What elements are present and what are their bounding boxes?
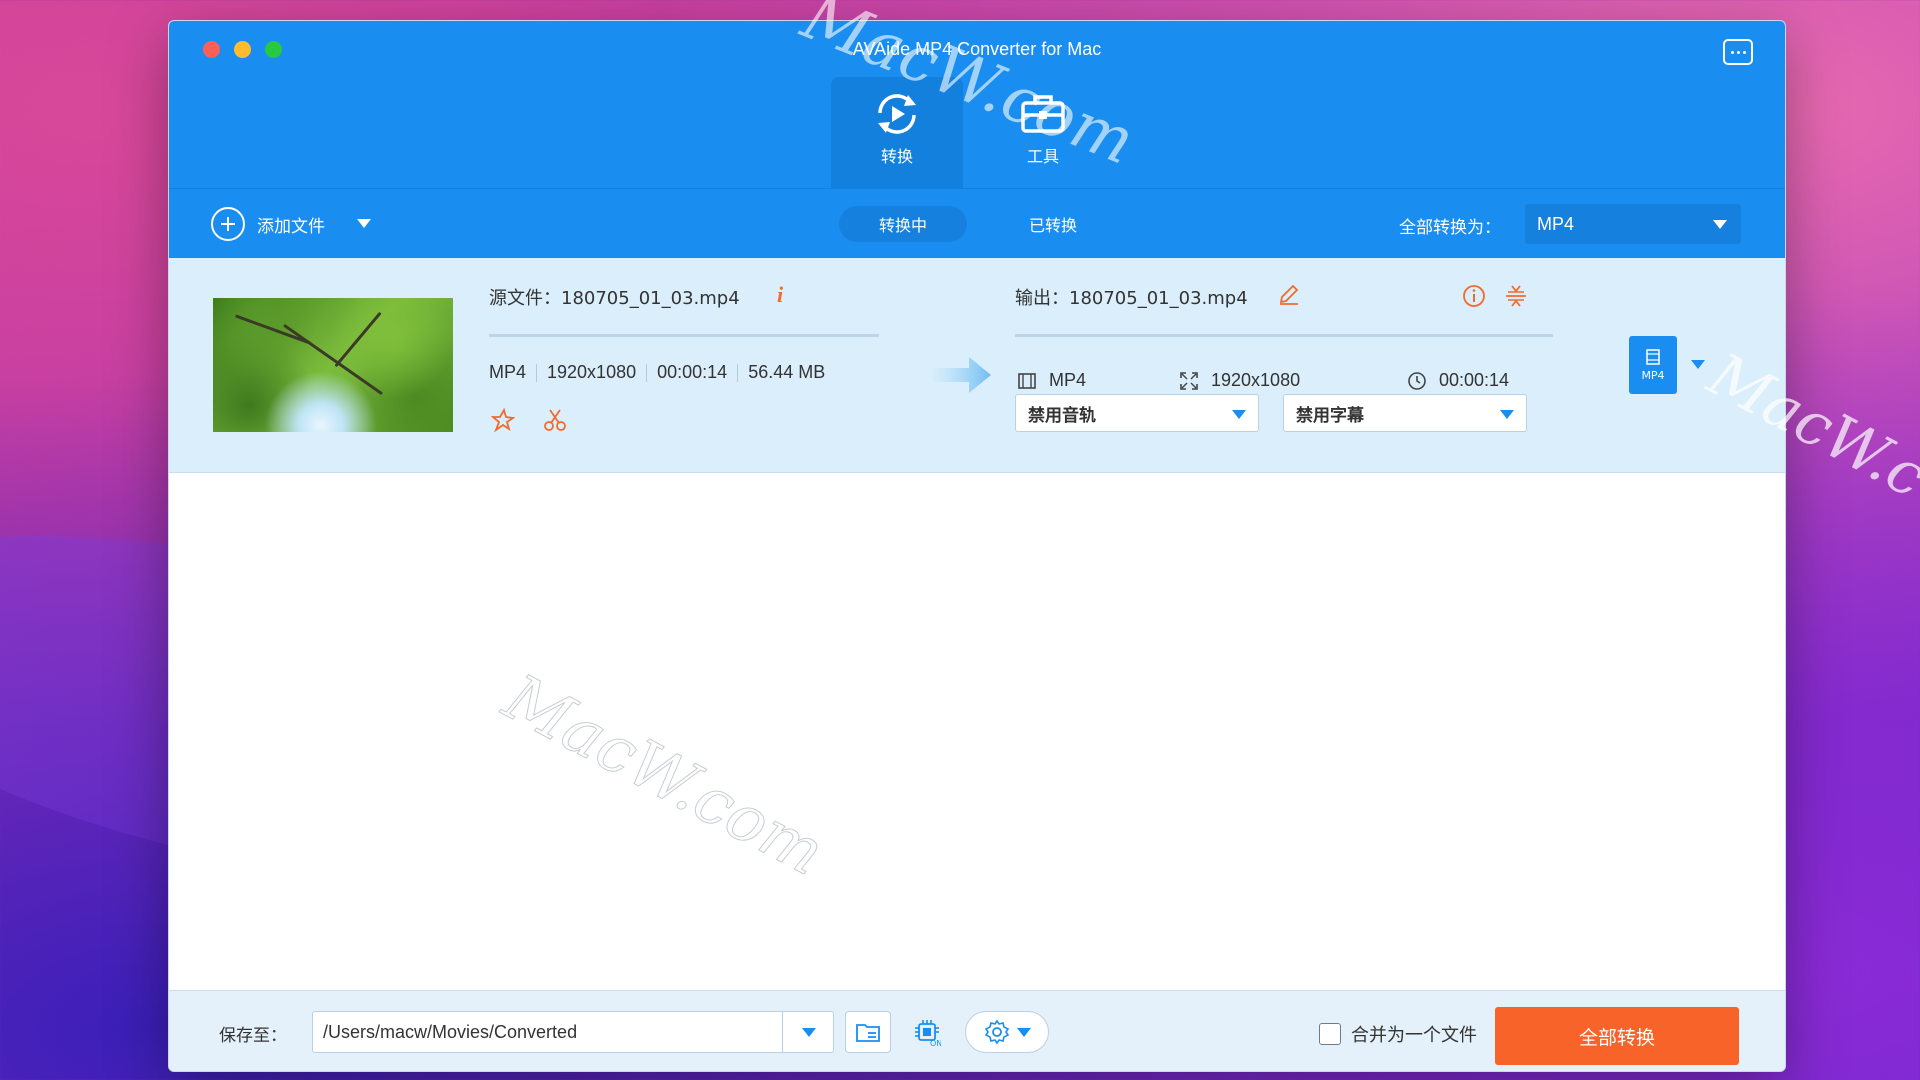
file-list-empty-area	[169, 474, 1785, 990]
merge-files-option[interactable]: 合并为一个文件	[1319, 1021, 1477, 1047]
split-icon[interactable]	[1504, 284, 1528, 308]
source-file-name: 源文件：180705_01_03.mp4	[489, 288, 740, 309]
hardware-acceleration-button[interactable]: ON	[904, 1011, 950, 1053]
gear-icon	[984, 1019, 1010, 1045]
chevron-down-icon	[1017, 1027, 1031, 1037]
source-info-icon[interactable]: i	[777, 282, 783, 308]
tab-converting[interactable]: 转换中	[839, 206, 967, 242]
footer-bar: 保存至： /Users/macw/Movies/Converted O 合并为一…	[169, 990, 1785, 1071]
save-path-value: /Users/macw/Movies/Converted	[323, 1021, 578, 1042]
tab-tools[interactable]: 工具	[977, 77, 1109, 189]
tab-tools-label: 工具	[1026, 147, 1059, 166]
subtitle-value: 禁用字幕	[1296, 405, 1364, 426]
convert-all-to-label: 全部转换为：	[1399, 218, 1501, 238]
output-file-name: 输出：180705_01_03.mp4	[1015, 288, 1248, 309]
output-format-select[interactable]: MP4	[1525, 204, 1741, 244]
audio-track-select[interactable]: 禁用音轨	[1015, 394, 1259, 432]
hw-accel-on-badge: ON	[930, 1039, 941, 1046]
chevron-down-icon	[1232, 410, 1246, 419]
merge-label: 合并为一个文件	[1351, 1025, 1477, 1046]
output-duration-value: 00:00:14	[1439, 370, 1510, 390]
folder-icon	[856, 1024, 880, 1042]
star-magic-icon[interactable]	[491, 408, 515, 432]
cpu-icon: ON	[915, 1020, 941, 1046]
chat-bubble-icon[interactable]	[1723, 39, 1753, 65]
audio-track-value: 禁用音轨	[1028, 405, 1096, 426]
add-file-button[interactable]: 添加文件	[211, 206, 325, 242]
chevron-down-icon	[1500, 410, 1514, 419]
convert-cycle-icon	[878, 94, 916, 134]
output-resolution-info: 1920x1080	[1179, 370, 1300, 391]
divider	[489, 334, 879, 337]
info-circle-icon[interactable]	[1462, 284, 1486, 308]
plus-circle-icon	[211, 207, 245, 241]
tab-convert-label: 转换	[880, 147, 913, 166]
source-size: 56.44 MB	[748, 362, 826, 382]
source-resolution: 1920x1080	[547, 362, 637, 382]
source-format: MP4	[489, 362, 527, 382]
output-format-value: MP4	[1049, 370, 1087, 390]
toolbar: 添加文件 转换中 已转换 全部转换为： MP4	[169, 188, 1785, 258]
source-duration: 00:00:14	[657, 362, 728, 382]
tab-convert[interactable]: 转换	[831, 77, 963, 189]
toolbox-icon	[1021, 95, 1065, 133]
tab-converted[interactable]: 已转换	[989, 206, 1117, 242]
output-format-badge[interactable]: MP4	[1629, 336, 1677, 394]
save-path-field[interactable]: /Users/macw/Movies/Converted	[312, 1011, 834, 1053]
badge-format-label: MP4	[1641, 369, 1665, 382]
output-format-value: MP4	[1537, 213, 1575, 234]
open-folder-button[interactable]	[845, 1011, 891, 1053]
add-file-dropdown-icon[interactable]	[357, 219, 371, 228]
title-bar: AVAide MP4 Converter for Mac 转换 工具	[169, 21, 1785, 189]
window-title: AVAide MP4 Converter for Mac	[852, 39, 1102, 59]
chevron-down-icon	[1713, 220, 1727, 229]
output-duration-info: 00:00:14	[1407, 370, 1509, 391]
add-file-label: 添加文件	[257, 216, 325, 237]
merge-checkbox[interactable]	[1319, 1023, 1341, 1045]
settings-button[interactable]	[965, 1011, 1049, 1053]
arrow-right-icon	[931, 357, 991, 393]
film-icon	[1018, 372, 1036, 389]
clock-icon	[1408, 371, 1426, 390]
convert-all-button[interactable]: 全部转换	[1495, 1007, 1739, 1065]
divider	[1015, 334, 1553, 337]
output-resolution-value: 1920x1080	[1211, 370, 1301, 390]
save-to-label: 保存至：	[219, 1026, 287, 1046]
scissors-icon[interactable]	[543, 408, 567, 432]
chevron-down-icon[interactable]	[1691, 360, 1705, 369]
subtitle-select[interactable]: 禁用字幕	[1283, 394, 1527, 432]
video-thumbnail[interactable]	[213, 298, 453, 432]
chevron-down-icon[interactable]	[802, 1028, 816, 1037]
app-window: AVAide MP4 Converter for Mac 转换 工具 添加文件 …	[168, 20, 1786, 1072]
edit-tools	[491, 408, 567, 432]
film-icon	[1646, 349, 1660, 365]
source-meta: MP4 1920x1080 00:00:14 56.44 MB	[489, 362, 825, 383]
expand-icon	[1180, 371, 1198, 390]
file-row: 源文件：180705_01_03.mp4 i MP4 1920x1080 00:…	[169, 258, 1785, 473]
pencil-icon[interactable]	[1277, 282, 1301, 306]
output-format-info: MP4	[1017, 370, 1086, 391]
